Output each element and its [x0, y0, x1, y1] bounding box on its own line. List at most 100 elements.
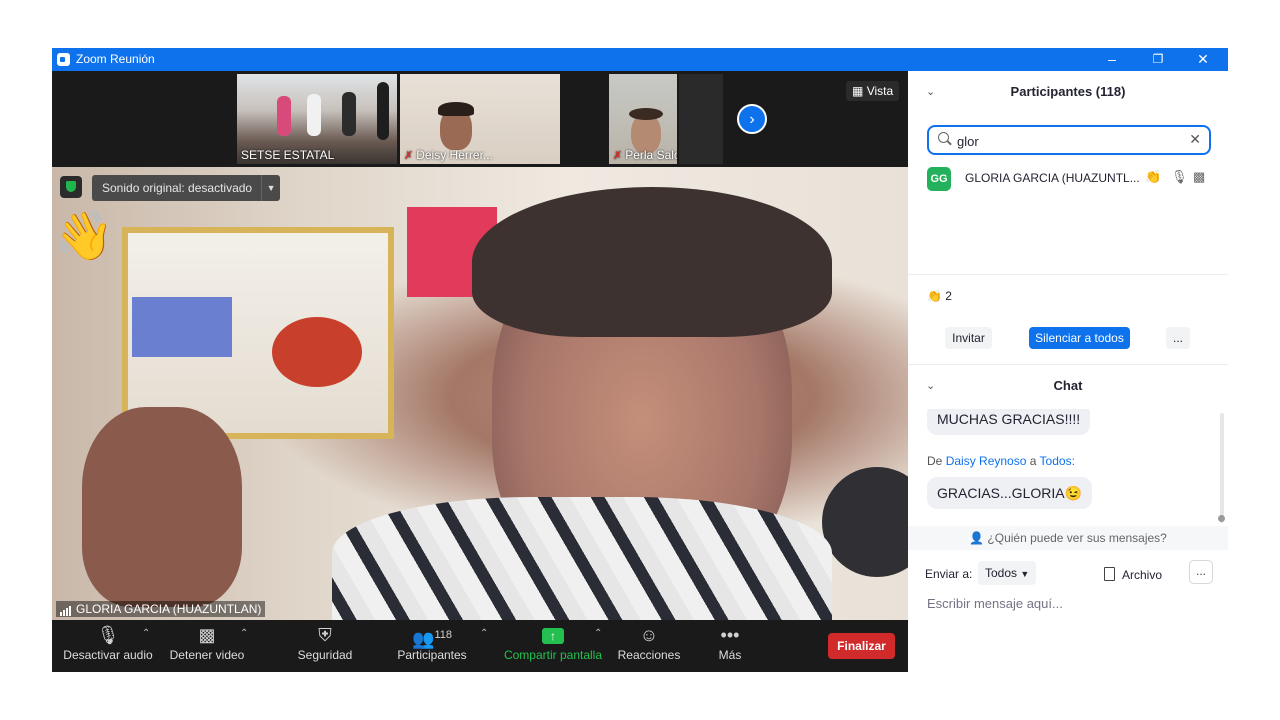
- mute-audio-label: Desactivar audio: [63, 648, 153, 662]
- thumbnail-name-text: Perla Salomón: [625, 148, 677, 162]
- clap-reaction-icon: 👏: [1145, 169, 1162, 184]
- avatar: GG: [927, 167, 951, 191]
- participant-figure: [277, 96, 291, 136]
- share-screen-button[interactable]: ↑ Compartir pantalla: [500, 620, 606, 672]
- section-divider: [908, 364, 1228, 365]
- ellipsis-icon: •••: [720, 625, 740, 645]
- security-button[interactable]: ⛨ Seguridad: [292, 620, 358, 672]
- who-can-see-messages[interactable]: 👤 ¿Quién puede ver sus mensajes?: [908, 526, 1228, 550]
- participants-options-chevron-icon[interactable]: ⌃: [480, 628, 488, 639]
- video-camera-icon: ▩: [198, 625, 216, 645]
- restore-button[interactable]: ❐: [1135, 48, 1181, 71]
- chat-message-sender: De Daisy Reynoso a Todos:: [927, 454, 1075, 468]
- reactions-label: Reacciones: [617, 648, 681, 662]
- thumbnail-name-text: Deisy Herrer...: [416, 148, 493, 162]
- mic-muted-icon: ✗: [613, 150, 623, 162]
- reactions-button[interactable]: ☺ Reacciones: [616, 620, 682, 672]
- recipient-name[interactable]: Todos:: [1040, 454, 1075, 468]
- thumbnail-strip: SETSE ESTATAL ✗ Deisy Herrer... ✗ Perla Sa…: [52, 71, 908, 167]
- main-video: Sonido original: desactivado ▼ 👋 GLORIA …: [52, 167, 908, 620]
- wave-reaction-icon: 👋: [54, 210, 114, 263]
- search-icon: [938, 132, 949, 143]
- participants-icon: 👥118: [412, 629, 452, 649]
- chat-message-input[interactable]: [925, 595, 1214, 612]
- shield-icon: ⛨: [318, 625, 332, 645]
- end-meeting-button[interactable]: Finalizar: [828, 633, 895, 659]
- file-icon: [1104, 567, 1115, 581]
- participant-search[interactable]: ✕: [927, 125, 1211, 155]
- send-to-value: Todos: [985, 566, 1018, 580]
- clear-search-icon[interactable]: ✕: [1189, 131, 1201, 148]
- security-shield-icon[interactable]: [60, 176, 82, 198]
- participant-name-tag: GLORIA GARCIA (HUAZUNTLAN): [56, 601, 266, 617]
- participant-search-input[interactable]: [955, 131, 1189, 151]
- microphone-icon[interactable]: 🎙: [1171, 169, 1188, 185]
- chevron-down-icon: ▼: [1020, 569, 1030, 579]
- smiley-icon: ☺: [639, 625, 659, 645]
- zoom-logo-icon: [57, 53, 70, 66]
- file-button[interactable]: Archivo: [1104, 567, 1162, 582]
- invite-button[interactable]: Invitar: [945, 327, 992, 349]
- close-button[interactable]: ✕: [1180, 48, 1226, 71]
- mic-muted-icon: ✗: [404, 150, 414, 162]
- chat-header: ⌄ Chat: [908, 367, 1228, 405]
- video-area: SETSE ESTATAL ✗ Deisy Herrer... ✗ Perla Sa…: [52, 71, 908, 672]
- thumbnail-name: SETSE ESTATAL: [241, 148, 335, 162]
- minimize-button[interactable]: –: [1089, 48, 1135, 71]
- thumbnail-name: ✗ Deisy Herrer...: [404, 148, 493, 162]
- participants-title: Participantes (118): [1010, 84, 1126, 99]
- to-prefix: a: [1029, 454, 1037, 468]
- chat-title: Chat: [1053, 378, 1083, 393]
- clap-count: 👏 2: [927, 289, 952, 303]
- original-sound-label: Sonido original: desactivado: [102, 181, 253, 195]
- participant-row-name: GLORIA GARCIA (HUAZUNTL...: [965, 171, 1140, 185]
- clap-icon: 👏: [927, 289, 942, 303]
- chevron-right-icon: ›: [749, 111, 755, 128]
- stop-video-button[interactable]: ▩ Detener video: [166, 620, 248, 672]
- who-can-see-label: ¿Quién puede ver sus mensajes?: [987, 531, 1167, 545]
- participant-clothing: [332, 497, 832, 620]
- participants-header: ⌄ Participantes (118): [908, 73, 1228, 111]
- participant-figure: [307, 94, 321, 136]
- video-thumbnail[interactable]: ✗ Deisy Herrer...: [400, 74, 560, 164]
- zoom-window: Zoom Reunión – ❐ ✕ SETSE ESTATAL ✗ Deisy …: [52, 48, 1228, 672]
- view-button[interactable]: ▦ Vista: [846, 81, 900, 101]
- background-decoration: [272, 317, 362, 387]
- title-bar: Zoom Reunión – ❐ ✕: [52, 48, 1228, 71]
- participants-more-button[interactable]: ...: [1166, 327, 1190, 349]
- grid-view-icon: ▦: [852, 84, 864, 98]
- chat-more-button[interactable]: ...: [1189, 560, 1213, 584]
- share-screen-label: Compartir pantalla: [503, 648, 603, 662]
- send-to-dropdown[interactable]: Todos ▼: [978, 561, 1037, 585]
- original-sound-toggle[interactable]: Sonido original: desactivado ▼: [92, 175, 281, 201]
- participant-name: GLORIA GARCIA (HUAZUNTLAN): [76, 602, 262, 616]
- next-page-button[interactable]: ›: [737, 104, 767, 134]
- participant-figure: [342, 92, 356, 136]
- mute-all-button[interactable]: Silenciar a todos: [1029, 327, 1130, 349]
- thumbnail-placeholder: [679, 74, 723, 164]
- video-thumbnail[interactable]: SETSE ESTATAL: [237, 74, 397, 164]
- collapse-chevron-icon[interactable]: ⌄: [926, 367, 935, 405]
- more-button[interactable]: ••• Más: [706, 620, 754, 672]
- video-options-chevron-icon[interactable]: ⌃: [240, 628, 248, 639]
- collapse-chevron-icon[interactable]: ⌄: [926, 73, 935, 111]
- audio-options-chevron-icon[interactable]: ⌃: [142, 628, 150, 639]
- background-decoration: [132, 297, 232, 357]
- share-options-chevron-icon[interactable]: ⌃: [594, 628, 602, 639]
- chat-scroll-thumb[interactable]: [1218, 515, 1225, 522]
- participant-row[interactable]: GG GLORIA GARCIA (HUAZUNTL... 👏 🎙 ▩: [927, 167, 1217, 191]
- meeting-toolbar: 🎙 Desactivar audio ⌃ ▩ Detener video ⌃ ⛨…: [52, 620, 908, 672]
- section-divider: [908, 274, 1228, 275]
- from-prefix: De: [927, 454, 943, 468]
- sender-name[interactable]: Daisy Reynoso: [946, 454, 1027, 468]
- chevron-down-icon[interactable]: ▼: [261, 175, 280, 201]
- participant-hair: [438, 102, 474, 116]
- participants-button[interactable]: 👥118 Participantes: [392, 620, 472, 672]
- share-screen-icon: ↑: [500, 622, 606, 648]
- video-camera-icon[interactable]: ▩: [1193, 169, 1205, 185]
- chat-scrollbar[interactable]: [1220, 413, 1224, 523]
- chat-message: GRACIAS...GLORIA😉: [927, 477, 1093, 509]
- more-label: Más: [718, 648, 742, 662]
- participants-count: 118: [434, 629, 452, 641]
- video-thumbnail[interactable]: ✗Perla Salomón: [609, 74, 677, 164]
